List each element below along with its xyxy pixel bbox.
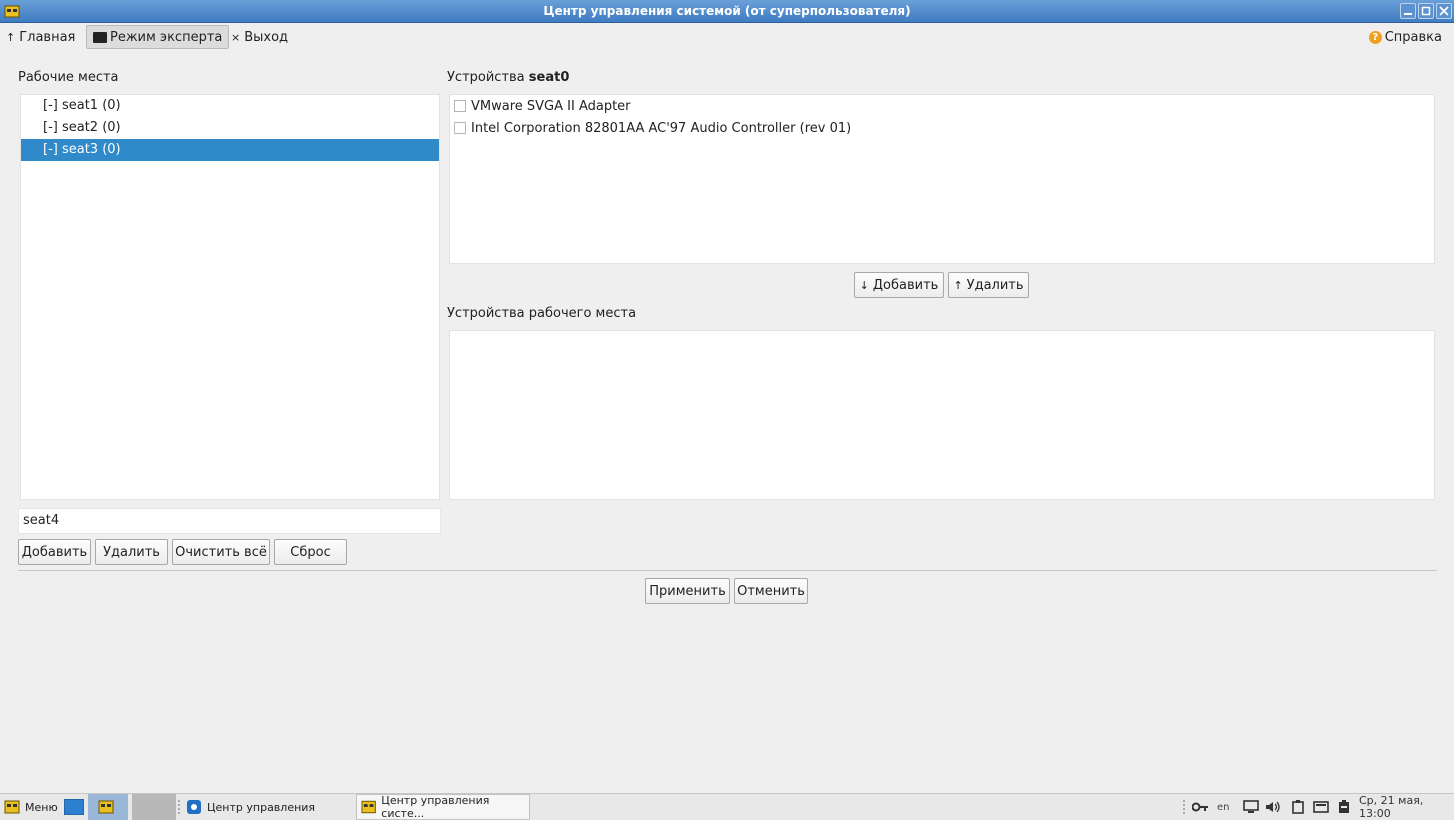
key-icon[interactable] [1192,794,1208,820]
task2-label: Центр управления систе... [381,794,490,820]
window-title: Центр управления системой (от суперпольз… [543,4,911,18]
menu-label: Меню [25,800,58,814]
home-label: Главная [19,29,76,45]
help-label: Справка [1384,29,1442,45]
taskbar: Меню Центр управления Центр управления с… [0,793,1454,820]
device-row[interactable]: VMware SVGA II Adapter [450,95,1434,117]
devices-heading-prefix: Устройства [447,70,525,85]
display-icon[interactable] [1313,794,1329,820]
expert-mode-label: Режим эксперта [110,29,223,45]
desktop-icon [64,799,84,815]
seats-list[interactable]: [-] seat1 (0) [-] seat2 (0) [-] seat3 (0… [20,94,440,500]
add-device-label: Добавить [872,277,939,293]
cancel-button[interactable]: Отменить [734,578,808,604]
remove-device-button[interactable]: ↑ Удалить [948,272,1029,298]
taskbar-item-system-center[interactable]: Центр управления систе... [356,794,530,820]
device-label: VMware SVGA II Adapter [471,98,631,114]
maximize-button[interactable] [1418,3,1434,19]
clock[interactable]: Ср, 21 мая, 13:00 [1359,794,1454,820]
menu-button[interactable]: Меню [4,794,58,820]
clear-all-button[interactable]: Очистить всё [172,539,270,565]
empty-launcher-slot[interactable] [132,794,176,820]
devices-heading-seat: seat0 [528,70,570,85]
device-checkbox[interactable] [454,100,466,112]
taskbar-item-control-center[interactable]: Центр управления [186,794,352,820]
seat-list-item[interactable]: [-] seat1 (0) [21,95,439,117]
control-center-icon [98,800,113,814]
apply-button[interactable]: Применить [645,578,730,604]
close-x-icon: × [231,30,241,44]
seats-heading: Рабочие места [18,70,119,85]
arrow-up-icon: ↑ [953,278,963,292]
close-button[interactable] [1436,3,1452,19]
minimize-button[interactable] [1400,3,1416,19]
window-titlebar[interactable]: Центр управления системой (от суперпольз… [0,0,1454,23]
remove-device-label: Удалить [966,277,1024,293]
clipboard-icon[interactable] [1291,794,1305,820]
remove-seat-button[interactable]: Удалить [95,539,168,565]
exit-label: Выход [244,29,289,45]
seat-name-input[interactable]: seat4 [18,508,441,534]
device-label: Intel Corporation 82801AA AC'97 Audio Co… [471,120,852,136]
keyboard-layout[interactable]: en [1217,794,1230,820]
app-menu-icon [4,800,20,814]
seat-list-item-selected[interactable]: [-] seat3 (0) [21,139,439,161]
task1-label: Центр управления [207,800,316,814]
reset-button[interactable]: Сброс [274,539,347,565]
top-toolbar: ↑ Главная Режим эксперта × Выход ? Справ… [0,24,1454,51]
add-device-button[interactable]: ↓ Добавить [854,272,944,298]
seat-list-item[interactable]: [-] seat2 (0) [21,117,439,139]
exit-link[interactable]: × Выход [225,25,294,49]
devices-list[interactable]: VMware SVGA II Adapter Intel Corporation… [449,94,1435,264]
add-seat-button[interactable]: Добавить [18,539,91,565]
seat-devices-list[interactable] [449,330,1435,500]
system-center-icon [361,800,376,814]
device-checkbox[interactable] [454,122,466,134]
home-link[interactable]: ↑ Главная [0,25,81,49]
network-icon[interactable] [1243,794,1259,820]
launcher-control-center[interactable] [88,794,128,820]
seat-devices-heading: Устройства рабочего места [447,306,637,321]
help-link[interactable]: ? Справка [1363,25,1448,49]
device-row[interactable]: Intel Corporation 82801AA AC'97 Audio Co… [450,117,1434,139]
divider [18,570,1437,571]
devices-heading: Устройства seat0 [447,70,569,85]
expert-mode-button[interactable]: Режим эксперта [86,25,230,49]
arrow-up-icon: ↑ [6,30,16,44]
volume-icon[interactable] [1265,794,1281,820]
battery-icon[interactable] [1338,794,1350,820]
control-panel-icon [187,800,201,814]
arrow-down-icon: ↓ [859,278,869,292]
show-desktop-button[interactable] [64,794,84,820]
monitor-icon [93,31,107,43]
separator [178,794,180,820]
help-icon: ? [1368,30,1382,44]
tray-separator [1183,794,1185,820]
